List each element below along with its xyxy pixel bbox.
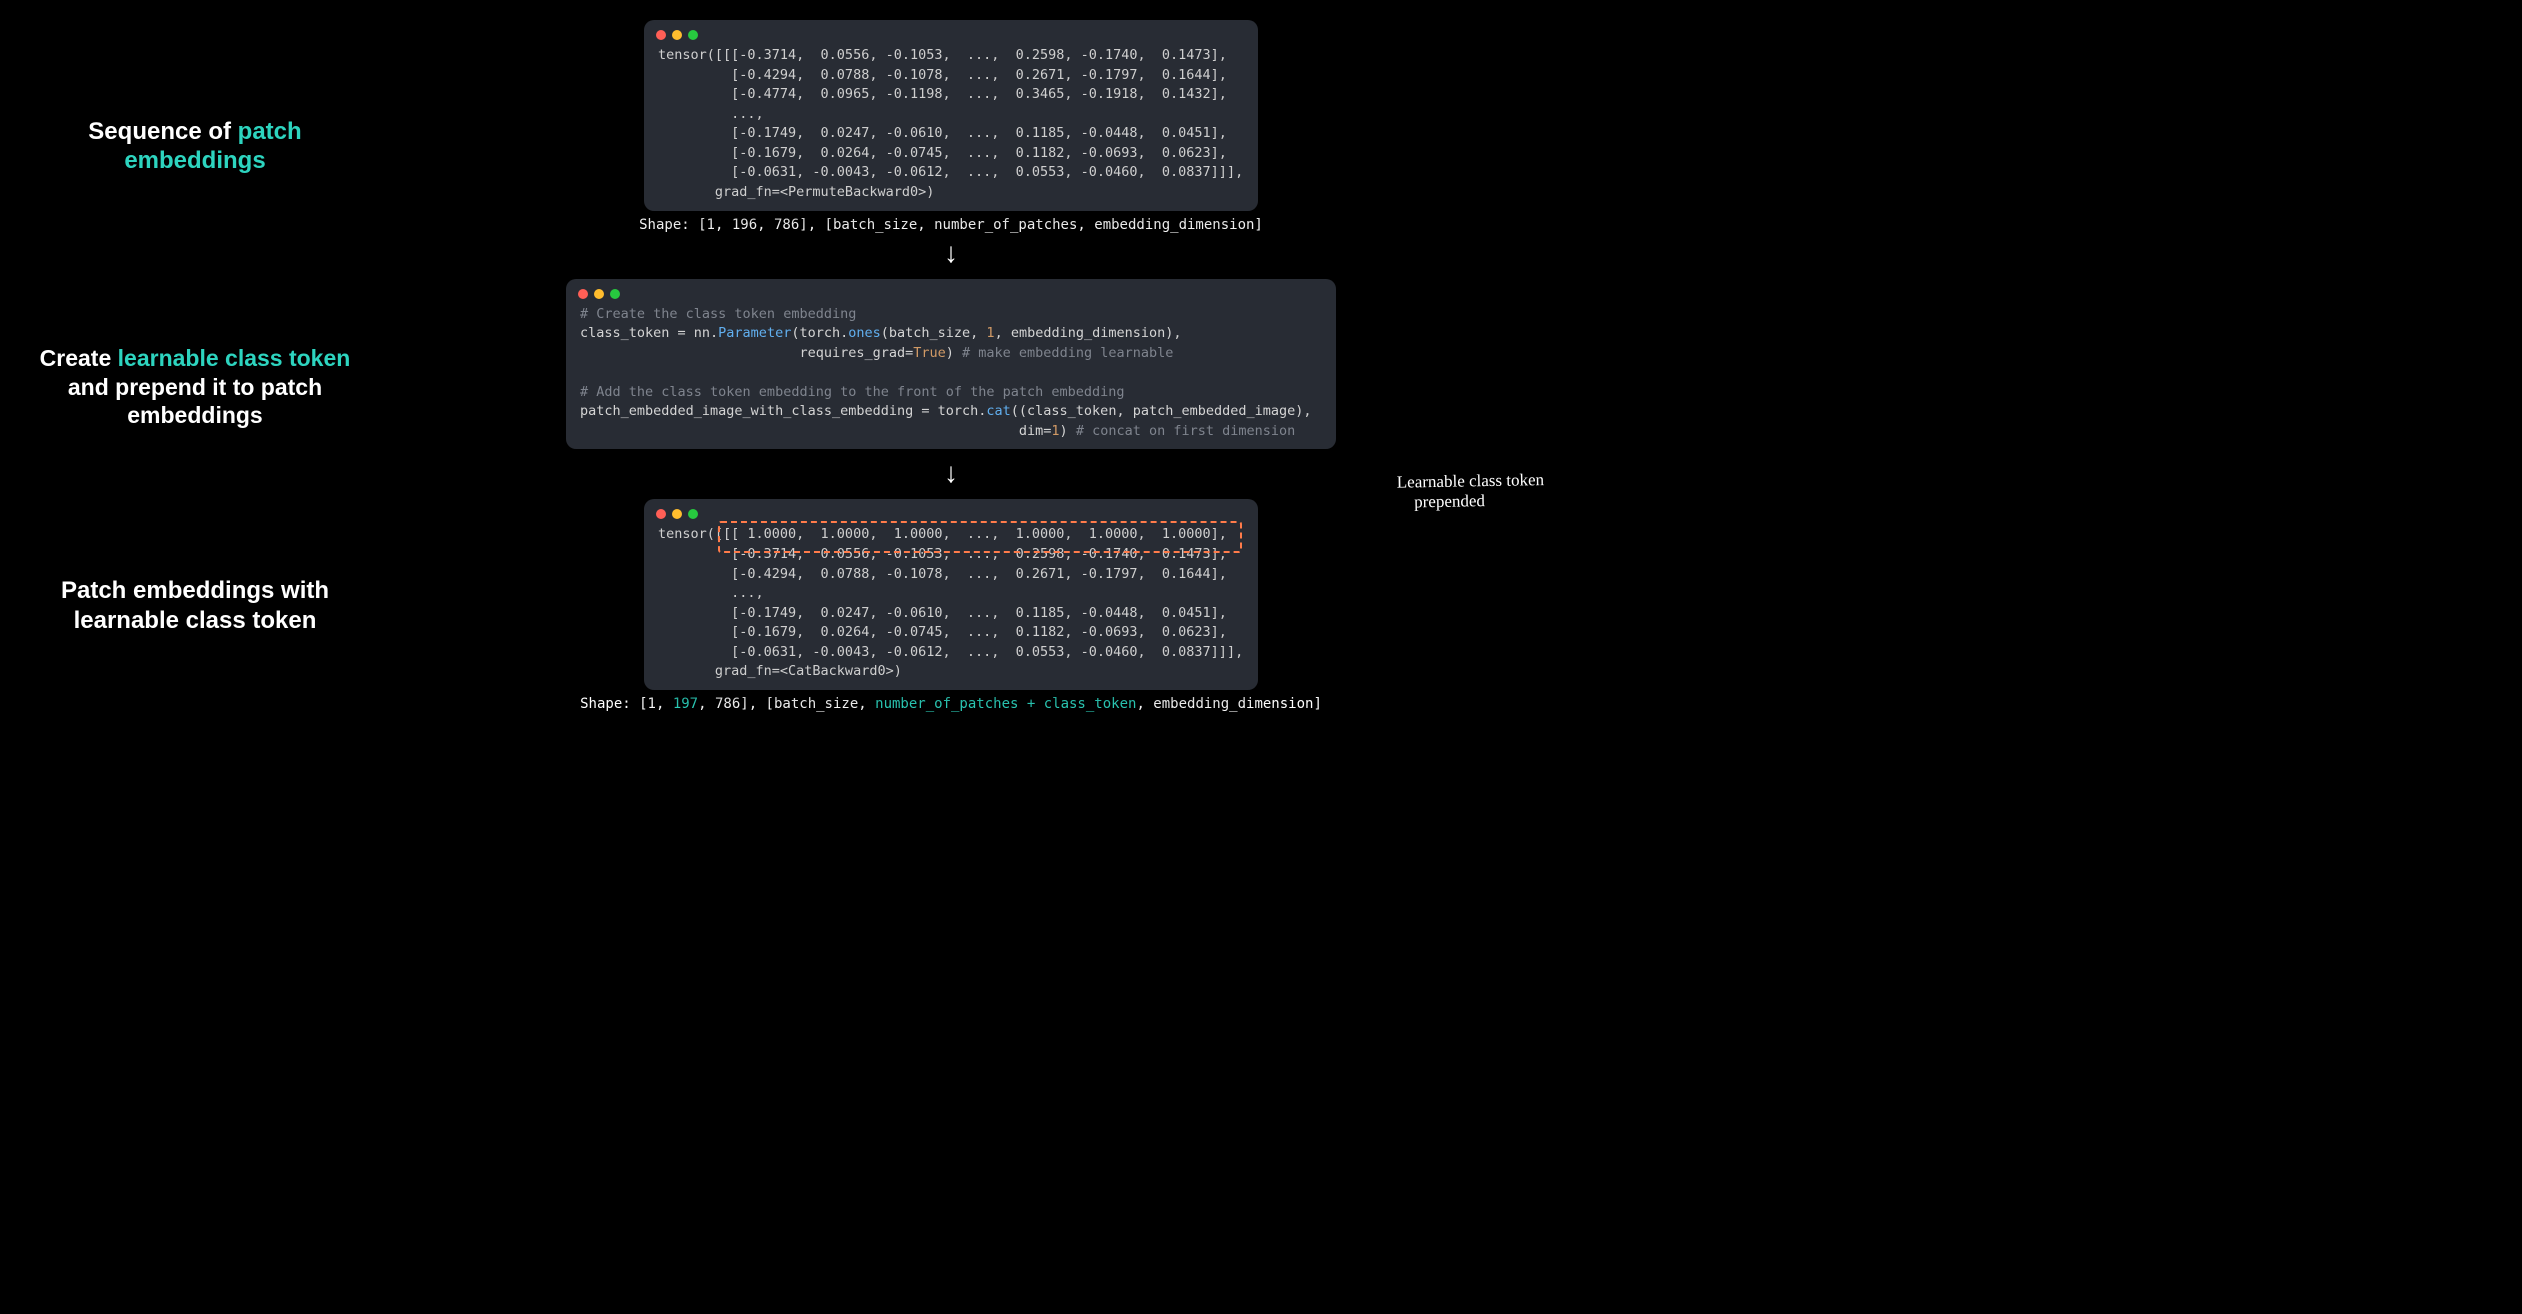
shape-line-1: Shape: [1, 196, 786], [batch_size, numbe… xyxy=(639,217,1263,233)
traffic-light-yellow-icon xyxy=(672,30,682,40)
arrow-down-icon: ↓ xyxy=(944,459,958,487)
tensor-output-body-2: tensor([[[ 1.0000, 1.0000, 1.0000, ..., … xyxy=(644,525,1258,682)
step-1-content: tensor([[[-0.3714, 0.0556, -0.1053, ...,… xyxy=(390,20,1512,275)
traffic-light-green-icon xyxy=(610,289,620,299)
window-titlebar xyxy=(644,26,1258,46)
traffic-light-red-icon xyxy=(578,289,588,299)
step-3-label: Patch embeddings with learnable class to… xyxy=(0,576,390,636)
traffic-light-yellow-icon xyxy=(672,509,682,519)
step-1-row: Sequence of patch embeddings tensor([[[-… xyxy=(0,20,1512,275)
traffic-light-red-icon xyxy=(656,509,666,519)
handwritten-annotation: Learnable class token prepended xyxy=(1397,470,1588,514)
label-text-post: and prepend it to patch embeddings xyxy=(68,374,322,429)
traffic-light-green-icon xyxy=(688,509,698,519)
step-2-content: # Create the class token embedding class… xyxy=(390,279,1512,496)
step-1-label: Sequence of patch embeddings xyxy=(0,118,390,176)
shape-line-2: Shape: [1, 197, 786], [batch_size, numbe… xyxy=(580,696,1322,712)
tensor-output-window-1: tensor([[[-0.3714, 0.0556, -0.1053, ...,… xyxy=(644,20,1258,211)
traffic-light-yellow-icon xyxy=(594,289,604,299)
traffic-light-red-icon xyxy=(656,30,666,40)
step-3-content: tensor([[[ 1.0000, 1.0000, 1.0000, ..., … xyxy=(390,499,1512,712)
window-titlebar xyxy=(566,285,1336,305)
traffic-light-green-icon xyxy=(688,30,698,40)
annotation-text: Learnable class token prepended xyxy=(1397,471,1545,513)
step-3-row: Patch embeddings with learnable class to… xyxy=(0,499,1512,712)
step-2-label: Create learnable class token and prepend… xyxy=(0,344,390,430)
code-window: # Create the class token embedding class… xyxy=(566,279,1336,450)
step-2-row: Create learnable class token and prepend… xyxy=(0,279,1512,496)
label-text: Create xyxy=(40,345,118,371)
arrow-down-icon: ↓ xyxy=(944,239,958,267)
tensor-output-window-2: tensor([[[ 1.0000, 1.0000, 1.0000, ..., … xyxy=(644,499,1258,690)
tensor-output-body-1: tensor([[[-0.3714, 0.0556, -0.1053, ...,… xyxy=(644,46,1258,203)
label-highlight: learnable class token xyxy=(118,345,351,371)
label-text: Sequence of xyxy=(88,118,237,145)
code-body: # Create the class token embedding class… xyxy=(566,305,1336,442)
window-titlebar xyxy=(644,505,1258,525)
